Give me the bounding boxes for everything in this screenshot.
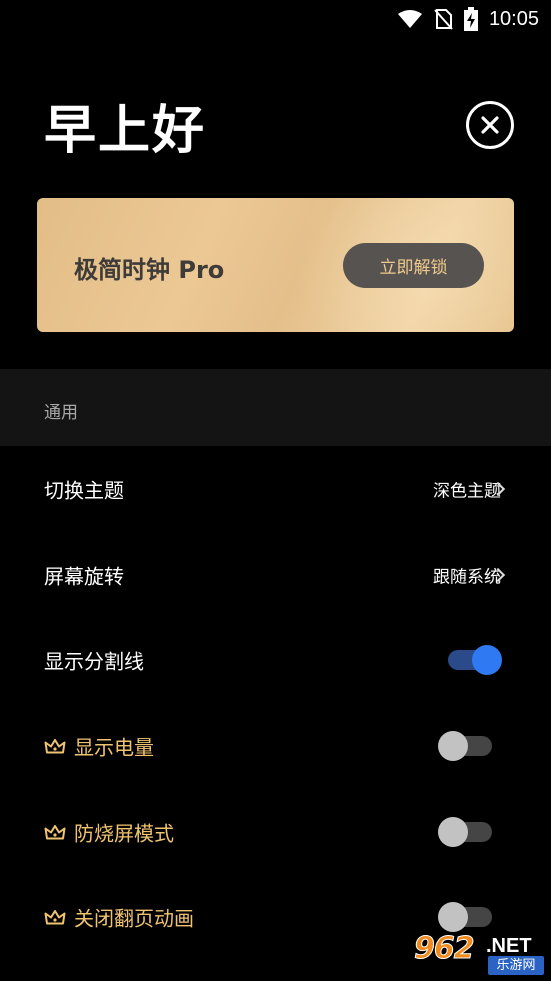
watermark-name: 乐游网 <box>488 956 544 975</box>
pro-upgrade-card: 极简时钟 Pro 立即解锁 <box>37 198 514 332</box>
section-header-general: 通用 <box>0 369 551 446</box>
setting-screen-rotation[interactable]: 屏幕旋转 跟随系统 <box>0 532 551 618</box>
setting-label: 显示电量 <box>74 735 154 760</box>
status-bar: 10:05 <box>0 0 551 40</box>
setting-label: 切换主题 <box>44 478 124 503</box>
watermark-logo: 962 .NET 乐游网 <box>414 931 546 977</box>
setting-burn-in-protection: 防烧屏模式 <box>0 789 551 875</box>
watermark-number: 962 <box>414 931 476 967</box>
no-sim-icon <box>434 9 453 30</box>
setting-show-divider: 显示分割线 <box>0 617 551 703</box>
status-time: 10:05 <box>488 7 539 30</box>
setting-label: 关闭翻页动画 <box>74 906 194 931</box>
setting-switch-theme[interactable]: 切换主题 深色主题 <box>0 446 551 532</box>
wifi-icon <box>397 10 422 28</box>
watermark-domain: .NET <box>486 935 532 957</box>
burn-in-protection-toggle[interactable] <box>438 816 494 848</box>
setting-label: 防烧屏模式 <box>74 821 174 846</box>
close-button[interactable] <box>466 101 514 149</box>
greeting-title: 早上好 <box>44 101 207 161</box>
crown-icon <box>44 909 66 924</box>
crown-icon <box>44 824 66 839</box>
unlock-button[interactable]: 立即解锁 <box>343 243 484 288</box>
disable-page-animation-toggle[interactable] <box>438 901 494 933</box>
setting-label: 显示分割线 <box>44 649 144 674</box>
crown-icon <box>44 738 66 753</box>
setting-show-battery: 显示电量 <box>0 703 551 789</box>
setting-label: 屏幕旋转 <box>44 564 124 589</box>
close-icon <box>481 116 499 134</box>
pro-card-title: 极简时钟 Pro <box>74 256 225 284</box>
battery-charging-icon <box>463 7 478 31</box>
show-battery-toggle[interactable] <box>438 730 494 762</box>
section-title: 通用 <box>44 403 78 423</box>
show-divider-toggle[interactable] <box>438 644 502 676</box>
